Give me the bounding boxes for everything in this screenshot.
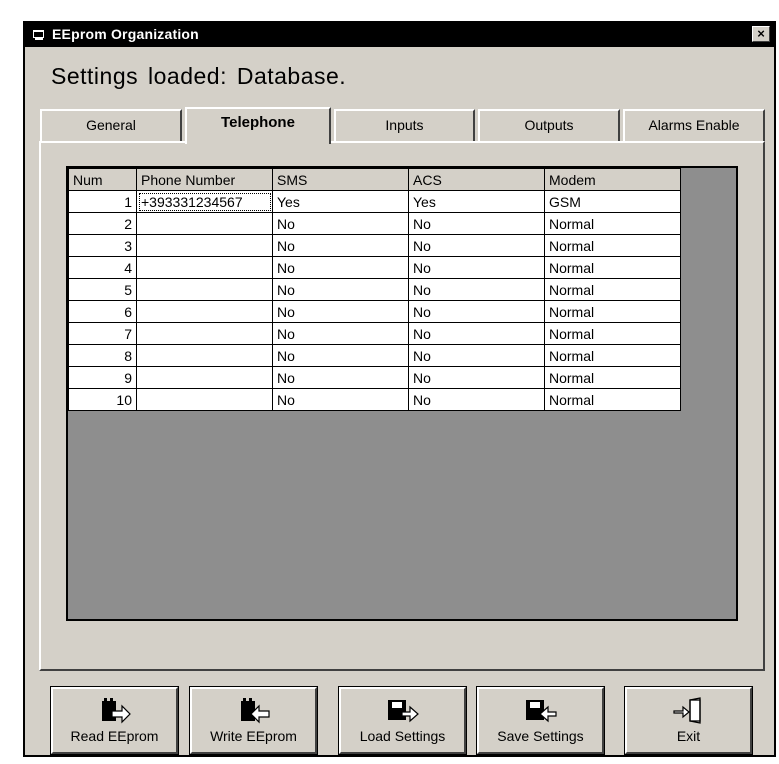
cell-modem[interactable]: Normal	[544, 256, 681, 279]
cell-num[interactable]: 4	[68, 256, 137, 279]
cell-modem[interactable]: Normal	[544, 278, 681, 301]
cell-acs[interactable]: No	[408, 388, 545, 411]
cell-modem[interactable]: Normal	[544, 212, 681, 235]
table-row[interactable]: 4 No No Normal	[68, 256, 681, 279]
cell-acs[interactable]: Yes	[408, 190, 545, 213]
cell-acs[interactable]: No	[408, 344, 545, 367]
cell-phone-number[interactable]	[136, 322, 273, 345]
table-row[interactable]: 1 +393331234567 Yes Yes GSM	[68, 190, 681, 213]
cell-acs[interactable]: No	[408, 366, 545, 389]
cell-sms[interactable]: No	[272, 212, 409, 235]
cell-sms[interactable]: No	[272, 366, 409, 389]
cell-sms[interactable]: No	[272, 256, 409, 279]
tab-telephone[interactable]: Telephone	[185, 107, 331, 144]
telephone-tab-panel: Num Phone Number SMS ACS Modem 1 +3933312…	[39, 141, 765, 671]
cell-num[interactable]: 5	[68, 278, 137, 301]
cell-acs[interactable]: No	[408, 212, 545, 235]
phone-grid-area[interactable]: Num Phone Number SMS ACS Modem 1 +3933312…	[66, 166, 738, 621]
app-window-icon	[33, 30, 44, 40]
cell-num[interactable]: 2	[68, 212, 137, 235]
cell-acs[interactable]: No	[408, 322, 545, 345]
cell-modem[interactable]: Normal	[544, 234, 681, 257]
save-settings-label: Save Settings	[497, 728, 584, 744]
table-row[interactable]: 9 No No Normal	[68, 366, 681, 389]
cell-phone-number[interactable]	[136, 344, 273, 367]
tab-general[interactable]: General	[40, 109, 182, 141]
load-settings-label: Load Settings	[359, 728, 446, 744]
cell-sms[interactable]: No	[272, 322, 409, 345]
chip-read-icon	[101, 698, 131, 724]
cell-modem[interactable]: Normal	[544, 344, 681, 367]
cell-acs[interactable]: No	[408, 234, 545, 257]
column-header-acs[interactable]: ACS	[408, 168, 545, 191]
exit-label: Exit	[676, 728, 701, 744]
cell-num[interactable]: 1	[68, 190, 137, 213]
eeprom-organization-window: EEprom Organization × Settings loaded: D…	[23, 21, 776, 757]
cell-phone-number[interactable]	[136, 388, 273, 411]
column-header-modem[interactable]: Modem	[544, 168, 681, 191]
title-bar[interactable]: EEprom Organization ×	[25, 23, 774, 47]
table-row[interactable]: 6 No No Normal	[68, 300, 681, 323]
cell-modem[interactable]: Normal	[544, 366, 681, 389]
write-eeprom-button[interactable]: Write EEprom	[189, 686, 318, 755]
cell-sms[interactable]: Yes	[272, 190, 409, 213]
cell-acs[interactable]: No	[408, 278, 545, 301]
load-settings-button[interactable]: Load Settings	[338, 686, 467, 755]
table-row[interactable]: 10 No No Normal	[68, 388, 681, 411]
table-row[interactable]: 8 No No Normal	[68, 344, 681, 367]
tab-inputs[interactable]: Inputs	[334, 109, 475, 141]
cell-sms[interactable]: No	[272, 300, 409, 323]
grid-header-row: Num Phone Number SMS ACS Modem	[68, 168, 681, 191]
save-settings-icon	[525, 700, 557, 723]
column-header-phone-number[interactable]: Phone Number	[136, 168, 273, 191]
cell-phone-number[interactable]: +393331234567	[136, 190, 273, 213]
save-settings-button[interactable]: Save Settings	[476, 686, 605, 755]
settings-status-label: Settings loaded: Database.	[51, 63, 347, 89]
cell-num[interactable]: 9	[68, 366, 137, 389]
close-icon: ×	[757, 26, 765, 41]
cell-num[interactable]: 6	[68, 300, 137, 323]
phone-number-grid[interactable]: Num Phone Number SMS ACS Modem 1 +3933312…	[68, 168, 681, 411]
chip-write-icon	[240, 698, 270, 724]
cell-num[interactable]: 10	[68, 388, 137, 411]
column-header-sms[interactable]: SMS	[272, 168, 409, 191]
exit-button[interactable]: Exit	[624, 686, 753, 755]
tab-outputs[interactable]: Outputs	[478, 109, 620, 141]
table-row[interactable]: 2 No No Normal	[68, 212, 681, 235]
cell-sms[interactable]: No	[272, 388, 409, 411]
table-row[interactable]: 3 No No Normal	[68, 234, 681, 257]
cell-phone-number[interactable]	[136, 278, 273, 301]
write-eeprom-label: Write EEprom	[210, 728, 297, 744]
cell-num[interactable]: 7	[68, 322, 137, 345]
load-settings-icon	[387, 700, 419, 723]
cell-phone-number[interactable]	[136, 234, 273, 257]
cell-sms[interactable]: No	[272, 234, 409, 257]
cell-modem[interactable]: GSM	[544, 190, 681, 213]
table-row[interactable]: 7 No No Normal	[68, 322, 681, 345]
cell-acs[interactable]: No	[408, 300, 545, 323]
exit-door-icon	[672, 697, 701, 724]
cell-modem[interactable]: Normal	[544, 322, 681, 345]
column-header-num[interactable]: Num	[68, 168, 137, 191]
cell-sms[interactable]: No	[272, 278, 409, 301]
read-eeprom-label: Read EEprom	[70, 728, 159, 744]
table-row[interactable]: 5 No No Normal	[68, 278, 681, 301]
cell-modem[interactable]: Normal	[544, 300, 681, 323]
close-button[interactable]: ×	[752, 26, 770, 42]
tab-alarms-enable[interactable]: Alarms Enable	[623, 109, 765, 141]
cell-num[interactable]: 8	[68, 344, 137, 367]
cell-sms[interactable]: No	[272, 344, 409, 367]
cell-acs[interactable]: No	[408, 256, 545, 279]
cell-modem[interactable]: Normal	[544, 388, 681, 411]
cell-phone-number[interactable]	[136, 366, 273, 389]
cell-phone-number[interactable]	[136, 256, 273, 279]
read-eeprom-button[interactable]: Read EEprom	[50, 686, 179, 755]
cell-phone-number[interactable]	[136, 212, 273, 235]
window-title: EEprom Organization	[52, 26, 199, 42]
cell-num[interactable]: 3	[68, 234, 137, 257]
cell-phone-number[interactable]	[136, 300, 273, 323]
